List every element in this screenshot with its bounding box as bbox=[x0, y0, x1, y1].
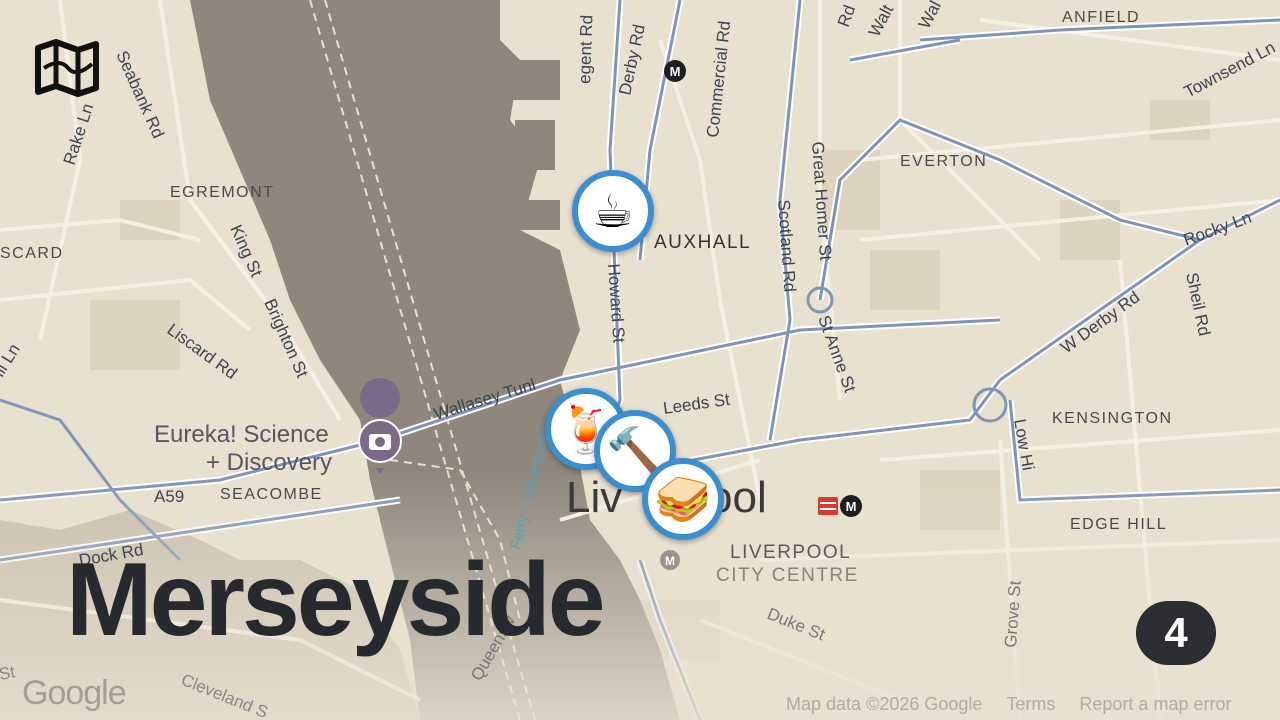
folded-map-icon bbox=[35, 39, 99, 97]
label-egremont: EGREMONT bbox=[170, 184, 274, 201]
eureka-label-2: + Discovery bbox=[206, 449, 332, 476]
eureka-label-1: Eureka! Science bbox=[154, 421, 329, 448]
metro-station-james-st[interactable]: M bbox=[660, 550, 680, 570]
road-regent-rd: egent Rd bbox=[575, 15, 596, 85]
coffee-marker[interactable]: ☕ bbox=[572, 170, 654, 252]
marker-count-badge: 4 bbox=[1136, 601, 1216, 665]
map-data-credit: Map data ©2026 Google bbox=[786, 694, 983, 714]
region-title: Merseyside bbox=[66, 542, 606, 658]
google-logo: Google bbox=[22, 674, 127, 712]
label-everton: EVERTON bbox=[900, 153, 987, 170]
sandwich-marker[interactable]: 🥪 bbox=[642, 458, 724, 540]
map-view[interactable]: ANFIELD EVERTON EGREMONT SCARD KENSINGTO… bbox=[0, 0, 1280, 720]
metro-icon: M bbox=[670, 64, 681, 79]
coffee-cup-icon: ☕ bbox=[592, 184, 634, 238]
label-liscard: SCARD bbox=[0, 245, 64, 262]
road-a59: A59 bbox=[154, 487, 184, 506]
label-kensington: KENSINGTON bbox=[1052, 410, 1173, 427]
label-seacombe: SEACOMBE bbox=[220, 486, 323, 503]
label-liverpool-city-centre-2: CITY CENTRE bbox=[716, 565, 859, 586]
sandwich-icon: 🥪 bbox=[654, 472, 712, 526]
label-vauxhall: AUXHALL bbox=[654, 232, 751, 253]
metro-icon: M bbox=[665, 554, 675, 568]
label-liverpool-city-centre-1: LIVERPOOL bbox=[730, 542, 851, 563]
label-anfield: ANFIELD bbox=[1062, 9, 1140, 26]
report-map-error-link[interactable]: Report a map error bbox=[1079, 694, 1231, 715]
gavel-icon: 🔨 bbox=[606, 424, 664, 478]
label-edge-hill: EDGE HILL bbox=[1070, 516, 1167, 533]
terms-link[interactable]: Terms bbox=[1006, 694, 1055, 715]
metro-station-top[interactable]: M bbox=[664, 60, 686, 82]
map-attribution: Map data ©2026 Google Terms Report a map… bbox=[786, 694, 1231, 715]
metro-icon: M bbox=[846, 499, 857, 514]
rail-icon bbox=[818, 497, 838, 515]
